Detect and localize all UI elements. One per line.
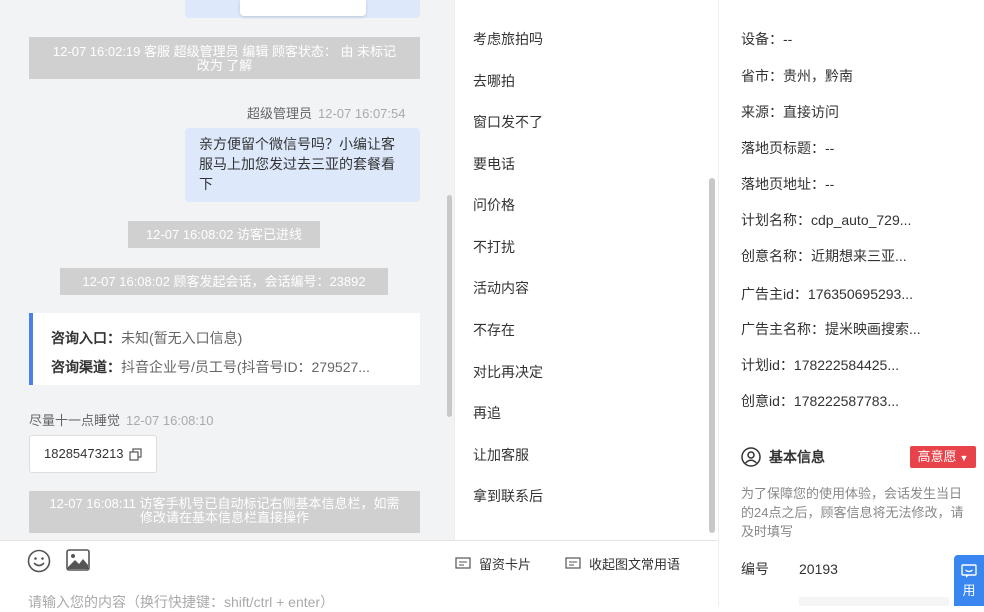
message-meta: 尽量十一点睡觉 12-07 16:08:10 — [29, 410, 213, 429]
phrase-item[interactable]: 对比再决定 — [473, 362, 543, 382]
info-row-number: 编号 20193 — [741, 559, 838, 579]
phrase-item[interactable]: 不存在 — [473, 320, 515, 340]
channel-value: 抖音企业号/员工号(抖音号ID：279527... — [121, 359, 370, 375]
floating-help-button[interactable]: 用 — [954, 555, 984, 606]
phrase-item[interactable]: 拿到联系后 — [473, 486, 543, 506]
info-label: 广告主名称： — [741, 321, 825, 337]
info-label: 来源： — [741, 104, 783, 120]
consult-info-card: 咨询入口：未知(暂无入口信息) 咨询渠道：抖音企业号/员工号(抖音号ID：279… — [29, 313, 420, 385]
image-icon[interactable] — [66, 549, 90, 571]
entry-value: 未知(暂无入口信息) — [121, 330, 243, 346]
system-message: 12-07 16:08:02 顾客发起会话，会话编号：23892 — [60, 268, 388, 295]
intent-badge-dropdown[interactable]: 高意愿 ▼ — [910, 446, 976, 468]
caret-down-icon: ▼ — [959, 453, 969, 463]
info-row-advertiser-name: 广告主名称：提米映画搜索... — [741, 319, 921, 339]
emoji-icon[interactable] — [27, 549, 51, 573]
phrase-item[interactable]: 活动内容 — [473, 278, 529, 298]
info-value: 提米映画搜索... — [825, 321, 921, 337]
intent-badge-label: 高意愿 — [917, 449, 957, 464]
info-value: 贵州，黔南 — [783, 68, 853, 84]
phrase-item[interactable]: 问价格 — [473, 195, 515, 215]
info-value: 近期想来三亚... — [811, 248, 907, 264]
phrase-item[interactable]: 去哪拍 — [473, 71, 515, 91]
sender-name: 尽量十一点睡觉 — [29, 413, 121, 428]
basic-info-heading: 基本信息 — [741, 447, 825, 467]
user-icon — [741, 447, 761, 467]
phrases-scrollbar[interactable] — [709, 178, 715, 533]
system-message: 12-07 16:08:02 访客已进线 — [128, 221, 320, 248]
card-icon — [455, 556, 471, 569]
phrase-item[interactable]: 再追 — [473, 403, 501, 423]
phone-message[interactable]: 18285473213 — [29, 435, 157, 473]
info-label: 创意id： — [741, 393, 794, 409]
info-label: 设备： — [741, 31, 783, 47]
info-label: 创意名称： — [741, 248, 811, 264]
chat-panel: 12-07 16:02:19 客服 超级管理员 编辑 顾客状态： 由 未标记 改… — [0, 0, 454, 540]
info-row-device: 设备：-- — [741, 29, 792, 49]
quick-phrases-panel: 考虑旅拍吗 去哪拍 窗口发不了 要电话 问价格 不打扰 活动内容 不存在 对比再… — [454, 0, 719, 540]
info-label: 省市： — [741, 68, 783, 84]
info-value: 178222587783... — [793, 393, 900, 409]
channel-label: 咨询渠道： — [51, 359, 121, 375]
info-label: 计划id： — [741, 357, 794, 373]
message-time: 12-07 16:07:54 — [318, 106, 406, 121]
phrase-item[interactable]: 要电话 — [473, 154, 515, 174]
info-value: -- — [783, 31, 793, 47]
chat-icon — [961, 564, 977, 578]
info-value: 176350695293... — [807, 286, 914, 302]
phrase-item[interactable]: 不打扰 — [473, 237, 515, 257]
number-label: 编号 — [741, 561, 769, 577]
phrase-item[interactable]: 让加客服 — [473, 445, 529, 465]
info-row-landing-title: 落地页标题：-- — [741, 138, 834, 158]
info-row-advertiser-id: 广告主id：176350695293... — [741, 284, 913, 304]
info-value: -- — [825, 140, 835, 156]
basic-info-title: 基本信息 — [769, 449, 825, 465]
info-row-city: 省市：贵州，黔南 — [741, 66, 853, 86]
agent-message-bubble: 亲方便留个微信号吗？小编让客服马上加您发过去三亚的套餐看下 — [185, 128, 420, 202]
info-value: 直接访问 — [783, 104, 839, 120]
system-message: 12-07 16:02:19 客服 超级管理员 编辑 顾客状态： 由 未标记 改… — [29, 37, 420, 79]
message-input[interactable]: 请输入您的内容（换行快捷键：shift/ctrl + enter） — [28, 592, 334, 612]
system-message: 12-07 16:08:11 访客手机号已自动标记右侧基本信息栏，如需修改请在基… — [29, 491, 420, 533]
phrase-item[interactable]: 考虑旅拍吗 — [473, 29, 543, 49]
sender-name: 超级管理员 — [247, 106, 313, 121]
info-row-source: 来源：直接访问 — [741, 102, 839, 122]
phone-number: 18285473213 — [44, 446, 124, 461]
lead-card-button[interactable]: 留资卡片 — [455, 554, 531, 573]
lead-card-label: 留资卡片 — [479, 557, 532, 572]
info-row-landing-url: 落地页地址：-- — [741, 174, 834, 194]
toast-notification — [240, 0, 366, 16]
entry-label: 咨询入口： — [51, 330, 121, 346]
collapse-phrases-button[interactable]: 收起图文常用语 — [565, 554, 680, 573]
info-label: 计划名称： — [741, 212, 811, 228]
info-row-creative-id: 创意id：178222587783... — [741, 391, 899, 411]
info-row-plan-name: 计划名称：cdp_auto_729... — [741, 210, 911, 230]
message-time: 12-07 16:08:10 — [126, 413, 214, 428]
collapse-phrases-label: 收起图文常用语 — [589, 557, 681, 572]
floating-button-label: 用 — [962, 583, 976, 598]
copy-icon[interactable] — [129, 448, 142, 461]
info-label: 广告主id： — [741, 286, 808, 302]
phrase-item[interactable]: 窗口发不了 — [473, 112, 543, 132]
info-row-creative-name: 创意名称：近期想来三亚... — [741, 246, 907, 266]
edit-notice: 为了保障您的使用体验，会话发生当日的24点之后，顾客信息将无法修改，请及时填写 — [741, 486, 964, 539]
info-value: -- — [825, 176, 835, 192]
message-icon — [565, 556, 581, 569]
message-input-area: 留资卡片 收起图文常用语 请输入您的内容（换行快捷键：shift/ctrl + … — [0, 540, 718, 610]
info-label: 落地页标题： — [741, 140, 825, 156]
info-value: cdp_auto_729... — [811, 212, 912, 228]
field-input-partial[interactable] — [799, 597, 949, 606]
info-value: 178222584425... — [793, 357, 900, 373]
chat-scrollbar[interactable] — [447, 195, 452, 417]
customer-info-panel: 设备：-- 省市：贵州，黔南 来源：直接访问 落地页标题：-- 落地页地址：--… — [718, 0, 984, 606]
message-meta: 超级管理员 12-07 16:07:54 — [247, 103, 405, 122]
info-row-plan-id: 计划id：178222584425... — [741, 355, 899, 375]
info-label: 落地页地址： — [741, 176, 825, 192]
number-value: 20193 — [799, 561, 838, 577]
